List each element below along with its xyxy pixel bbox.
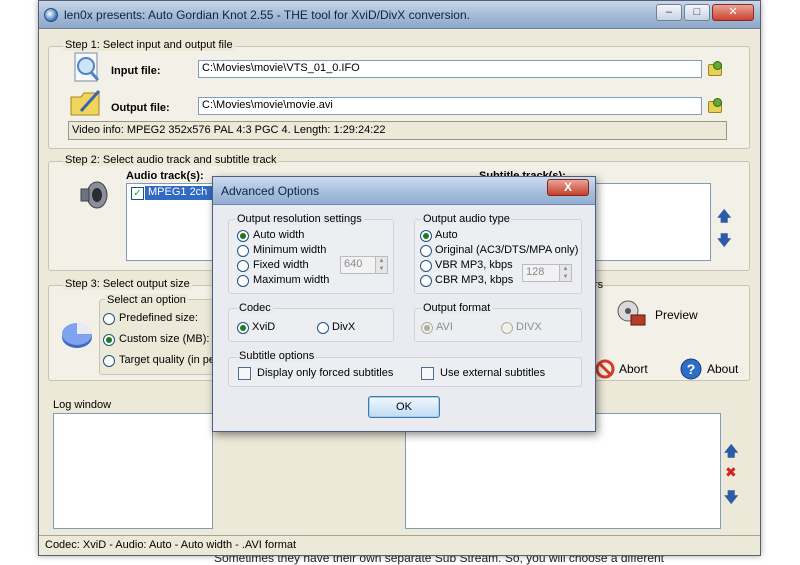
about-icon[interactable]: ? [680,358,702,380]
fixed-width-radio[interactable] [237,260,249,272]
option-label: Select an option [105,294,188,306]
step3-title: Step 3: Select output size [63,278,192,290]
custom-size-label: Custom size (MB): [119,333,210,345]
auto-width-radio[interactable] [237,230,249,242]
output-format-title: Output format [421,302,493,314]
log-up-icon[interactable]: 🡅 [724,441,738,465]
external-subtitles-checkbox[interactable] [421,367,434,380]
audio-auto-label: Auto [435,229,458,241]
move-down-icon[interactable]: 🡇 [717,230,731,254]
log-down-icon[interactable]: 🡇 [724,487,738,511]
log-window-left[interactable] [53,413,213,529]
cbr-mp3-label: CBR MP3, kbps [435,274,514,286]
input-file-field[interactable]: C:\Movies\movie\VTS_01_0.IFO [198,60,702,78]
audio-track-item[interactable]: MPEG1 2ch [145,186,213,200]
width-spinner[interactable]: 640 ▲ ▼ [340,256,388,274]
about-button[interactable]: About [707,362,738,376]
step1-title: Step 1: Select input and output file [63,39,235,51]
target-quality-label: Target quality (in pe [119,354,215,366]
predefined-size-radio[interactable] [103,313,115,325]
abort-icon[interactable] [595,359,615,379]
close-button[interactable]: ✕ [712,4,754,21]
format-avi-label: AVI [436,321,453,333]
input-file-icon [74,52,100,82]
subtitle-track-list[interactable] [595,183,711,261]
audio-auto-radio[interactable] [420,230,432,242]
custom-size-radio[interactable] [103,334,115,346]
format-divx-radio[interactable] [501,322,513,334]
target-quality-radio[interactable] [103,355,115,367]
dialog-title-bar[interactable]: Advanced Options X [213,177,595,205]
video-info: Video info: MPEG2 352x576 PAL 4:3 PGC 4.… [68,121,727,140]
output-file-icon [70,89,101,116]
output-file-field[interactable]: C:\Movies\movie\movie.avi [198,97,702,115]
abort-button[interactable]: Abort [619,362,648,376]
cbr-mp3-radio[interactable] [420,275,432,287]
open-input-icon[interactable] [708,61,722,76]
move-up-icon[interactable]: 🡅 [717,206,731,230]
advanced-options-dialog: Advanced Options X Output resolution set… [212,176,596,432]
app-icon [44,8,58,22]
svg-text:?: ? [687,361,696,377]
auto-width-label: Auto width [253,229,305,241]
width-spinner-value: 640 [344,258,363,270]
speaker-icon [80,181,108,209]
log-delete-icon[interactable]: ✖ [725,464,737,481]
vbr-mp3-radio[interactable] [420,260,432,272]
format-avi-radio[interactable] [421,322,433,334]
vbr-mp3-label: VBR MP3, kbps [435,259,513,271]
audio-tracks-label: Audio track(s): [126,170,204,182]
window-title: len0x presents: Auto Gordian Knot 2.55 -… [64,8,470,22]
preview-button[interactable]: Preview [655,308,698,322]
preview-film-icon[interactable] [615,297,649,331]
maximize-button[interactable]: □ [684,4,710,21]
fixed-width-label: Fixed width [253,259,309,271]
resolution-title: Output resolution settings [235,213,364,225]
kbps-spinner[interactable]: 128 ▲ ▼ [522,264,572,282]
predefined-size-label: Predefined size: [119,312,198,324]
title-bar[interactable]: len0x presents: Auto Gordian Knot 2.55 -… [39,1,760,29]
dialog-title: Advanced Options [221,184,320,198]
kbps-spinner-value: 128 [526,266,545,278]
forced-subtitles-checkbox[interactable] [238,367,251,380]
output-file-label: Output file: [111,102,170,114]
forced-subtitles-label: Display only forced subtitles [257,367,394,379]
format-divx-label: DIVX [516,321,542,333]
codec-divx-radio[interactable] [317,322,329,334]
codec-title: Codec [237,302,273,314]
width-spinner-arrows-icon[interactable]: ▲ ▼ [375,257,387,273]
open-output-icon[interactable] [708,98,722,113]
input-file-label: Input file: [111,65,161,77]
ok-button[interactable]: OK [368,396,440,418]
step2-title: Step 2: Select audio track and subtitle … [63,154,279,166]
subtitle-options-title: Subtitle options [237,350,317,362]
audio-type-title: Output audio type [421,213,512,225]
min-width-label: Minimum width [253,244,327,256]
min-width-radio[interactable] [237,245,249,257]
max-width-radio[interactable] [237,275,249,287]
kbps-spinner-arrows-icon[interactable]: ▲ ▼ [559,265,571,281]
audio-track-checkbox[interactable]: ✓ [131,187,144,200]
max-width-label: Maximum width [253,274,330,286]
status-bar: Codec: XviD - Audio: Auto - Auto width -… [39,535,760,555]
codec-xvid-radio[interactable] [237,322,249,334]
audio-original-radio[interactable] [420,245,432,257]
external-subtitles-label: Use external subtitles [440,367,546,379]
audio-original-label: Original (AC3/DTS/MPA only) [435,244,579,256]
codec-divx-label: DivX [332,321,356,333]
dialog-close-button[interactable]: X [547,179,589,196]
pie-chart-icon [62,323,92,348]
log-window-label: Log window [53,399,112,411]
minimize-button[interactable]: – [656,4,682,21]
codec-xvid-label: XviD [252,321,276,333]
